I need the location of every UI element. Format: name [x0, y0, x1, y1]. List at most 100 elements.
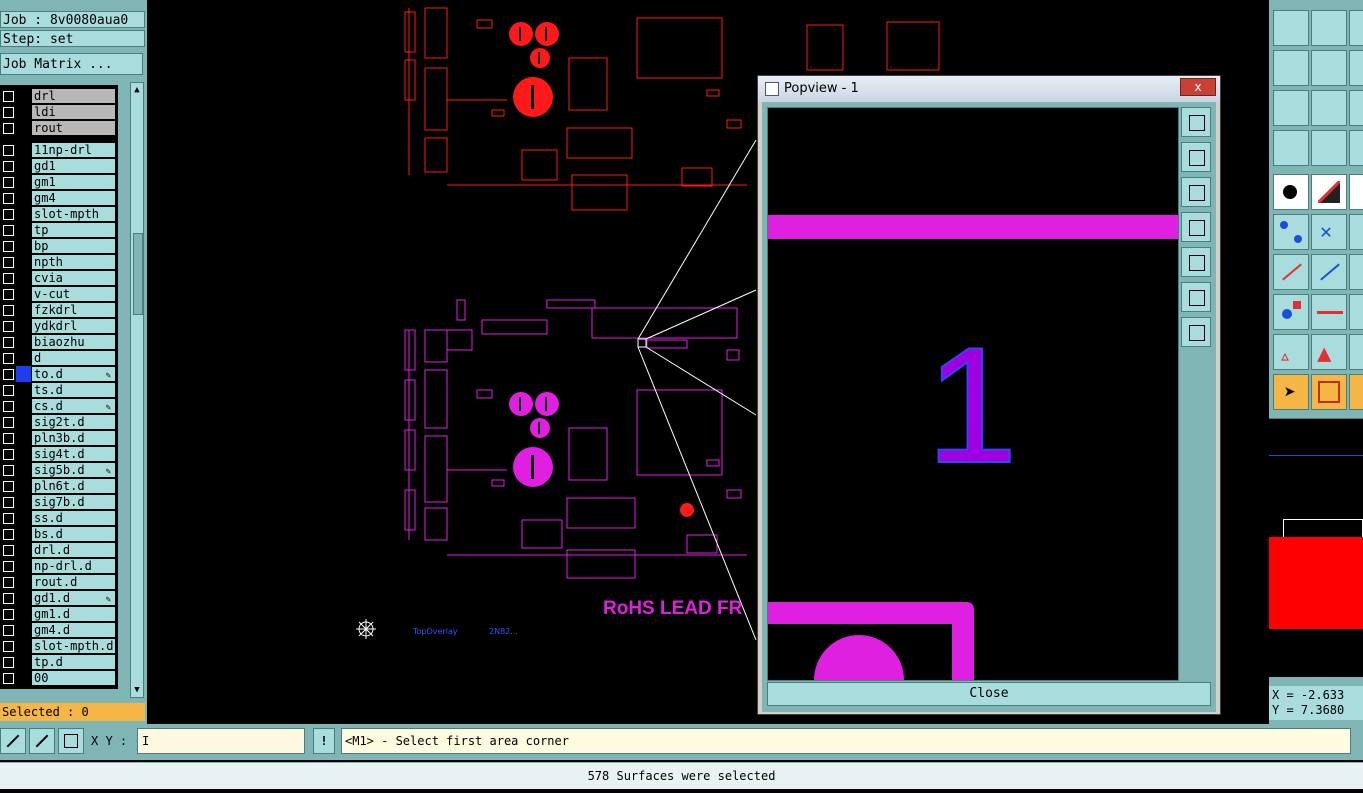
- popview-pan-up-icon[interactable]: [1181, 142, 1211, 172]
- layer-row[interactable]: fzkdrl: [0, 302, 117, 318]
- layer-color-swatch[interactable]: [16, 88, 31, 104]
- pad-tool-icon[interactable]: [1273, 294, 1309, 330]
- layer-checkbox[interactable]: [3, 673, 14, 684]
- layer-color-swatch[interactable]: [16, 350, 31, 366]
- layer-color-swatch[interactable]: [16, 622, 31, 638]
- polygon-tool-icon[interactable]: ▵: [1273, 334, 1309, 370]
- layer-row[interactable]: sig5b.d ✎: [0, 462, 117, 478]
- layer-color-swatch[interactable]: [16, 158, 31, 174]
- layer-checkbox[interactable]: [3, 577, 14, 588]
- layer-checkbox[interactable]: [3, 241, 14, 252]
- layer-row[interactable]: sig4t.d: [0, 446, 117, 462]
- layer-row[interactable]: pln3b.d: [0, 430, 117, 446]
- layer-color-swatch[interactable]: [16, 174, 31, 190]
- layer-checkbox[interactable]: [3, 545, 14, 556]
- popview-canvas[interactable]: 1: [767, 107, 1179, 681]
- layer-color-swatch[interactable]: [16, 398, 31, 414]
- layer-row[interactable]: cs.d ✎: [0, 398, 117, 414]
- grid-icon[interactable]: [1311, 130, 1347, 166]
- layer-row[interactable]: 00: [0, 670, 117, 686]
- layer-checkbox[interactable]: [3, 529, 14, 540]
- layer-checkbox[interactable]: [3, 289, 14, 300]
- layer-list-scrollbar[interactable]: ▲ ▼: [130, 82, 144, 698]
- overview-map[interactable]: [1269, 418, 1363, 677]
- layer-checkbox[interactable]: [3, 225, 14, 236]
- layer-color-swatch[interactable]: [16, 558, 31, 574]
- layer-color-swatch[interactable]: [16, 542, 31, 558]
- popview-close-button[interactable]: Close: [767, 682, 1211, 706]
- layer-color-swatch[interactable]: [16, 478, 31, 494]
- tool-icon[interactable]: [1349, 374, 1363, 410]
- scroll-up-icon[interactable]: ▲: [132, 85, 142, 95]
- snap-edge-icon[interactable]: [1311, 174, 1347, 210]
- layer-color-swatch[interactable]: [16, 382, 31, 398]
- layer-color-swatch[interactable]: [16, 590, 31, 606]
- layer-row[interactable]: drl.d: [0, 542, 117, 558]
- layer-color-swatch[interactable]: [16, 574, 31, 590]
- layer-checkbox[interactable]: [3, 609, 14, 620]
- layer-row[interactable]: cvia: [0, 270, 117, 286]
- tool-icon[interactable]: [1349, 90, 1363, 126]
- layer-checkbox[interactable]: [3, 449, 14, 460]
- layer-color-swatch[interactable]: [16, 366, 31, 382]
- layer-checkbox[interactable]: [3, 433, 14, 444]
- layer-checkbox[interactable]: [3, 321, 14, 332]
- layer-checkbox[interactable]: [3, 513, 14, 524]
- alert-button[interactable]: !: [313, 728, 335, 754]
- layer-row[interactable]: to.d ✎: [0, 366, 117, 382]
- popview-pan-right-icon[interactable]: [1181, 247, 1211, 277]
- layer-checkbox[interactable]: [3, 193, 14, 204]
- layer-checkbox[interactable]: [3, 657, 14, 668]
- layer-color-swatch[interactable]: [16, 446, 31, 462]
- tool-icon[interactable]: [1349, 174, 1363, 210]
- layer-color-swatch[interactable]: [16, 318, 31, 334]
- layer-row[interactable]: slot-mpth: [0, 206, 117, 222]
- layer-row[interactable]: rout: [0, 120, 117, 136]
- pan-left-icon[interactable]: [1273, 50, 1309, 86]
- pan-down-icon[interactable]: [1311, 10, 1347, 46]
- layer-row[interactable]: gd1: [0, 158, 117, 174]
- layer-color-swatch[interactable]: [16, 206, 31, 222]
- layer-row[interactable]: biaozhu: [0, 334, 117, 350]
- layer-color-swatch[interactable]: [16, 190, 31, 206]
- tool-icon[interactable]: [1349, 50, 1363, 86]
- layer-color-swatch[interactable]: [16, 462, 31, 478]
- layer-row[interactable]: np-drl.d: [0, 558, 117, 574]
- pan-right-icon[interactable]: [1311, 50, 1347, 86]
- layer-checkbox[interactable]: [3, 123, 14, 134]
- layer-checkbox[interactable]: [3, 145, 14, 156]
- layer-checkbox[interactable]: [3, 305, 14, 316]
- layer-row[interactable]: drl: [0, 88, 117, 104]
- layer-row[interactable]: ydkdrl: [0, 318, 117, 334]
- layer-checkbox[interactable]: [3, 465, 14, 476]
- layer-checkbox[interactable]: [3, 481, 14, 492]
- popview-titlebar[interactable]: Popview - 1 x: [758, 76, 1220, 102]
- layer-checkbox[interactable]: [3, 353, 14, 364]
- job-matrix-button[interactable]: Job Matrix ...: [0, 53, 143, 75]
- line-tool-icon[interactable]: [1311, 254, 1347, 290]
- layer-color-swatch[interactable]: [16, 334, 31, 350]
- layer-checkbox[interactable]: [3, 107, 14, 118]
- tool-icon[interactable]: [1349, 10, 1363, 46]
- layer-color-swatch[interactable]: [16, 120, 31, 136]
- layer-checkbox[interactable]: [3, 561, 14, 572]
- layer-checkbox[interactable]: [3, 401, 14, 412]
- layer-checkbox[interactable]: [3, 177, 14, 188]
- layer-checkbox[interactable]: [3, 257, 14, 268]
- select-arrow-icon[interactable]: ➤: [1273, 374, 1309, 410]
- popview-zoom-in-icon[interactable]: [1181, 282, 1211, 312]
- layer-color-swatch[interactable]: [16, 270, 31, 286]
- snap-center-icon[interactable]: [1273, 174, 1309, 210]
- layer-color-swatch[interactable]: [16, 286, 31, 302]
- layer-color-swatch[interactable]: [16, 510, 31, 526]
- measure-icon[interactable]: [1273, 130, 1309, 166]
- tool-icon[interactable]: [1349, 214, 1363, 250]
- layer-color-swatch[interactable]: [16, 606, 31, 622]
- pan-up-icon[interactable]: [1273, 10, 1309, 46]
- layer-checkbox[interactable]: [3, 161, 14, 172]
- layer-color-swatch[interactable]: [16, 430, 31, 446]
- zoom-in-icon[interactable]: [1273, 90, 1309, 126]
- layer-row[interactable]: npth: [0, 254, 117, 270]
- layer-row[interactable]: d: [0, 350, 117, 366]
- layer-color-swatch[interactable]: [16, 526, 31, 542]
